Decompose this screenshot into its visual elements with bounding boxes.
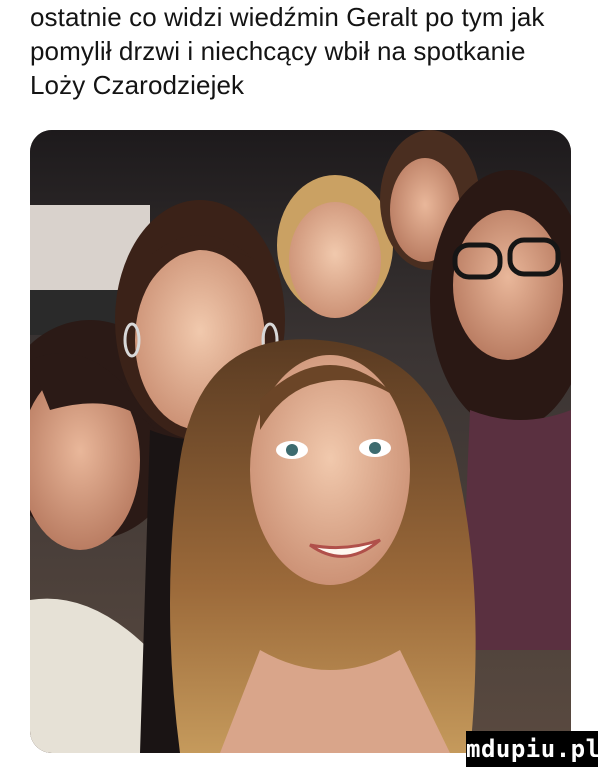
- meme-page: ostatnie co widzi wiedźmin Geralt po tym…: [0, 0, 600, 769]
- woman-front: [170, 339, 476, 753]
- selfie-illustration: [30, 130, 571, 753]
- meme-caption: ostatnie co widzi wiedźmin Geralt po tym…: [30, 2, 545, 100]
- site-watermark: mdupiu.pl: [466, 731, 600, 767]
- selfie-photo: [30, 130, 571, 753]
